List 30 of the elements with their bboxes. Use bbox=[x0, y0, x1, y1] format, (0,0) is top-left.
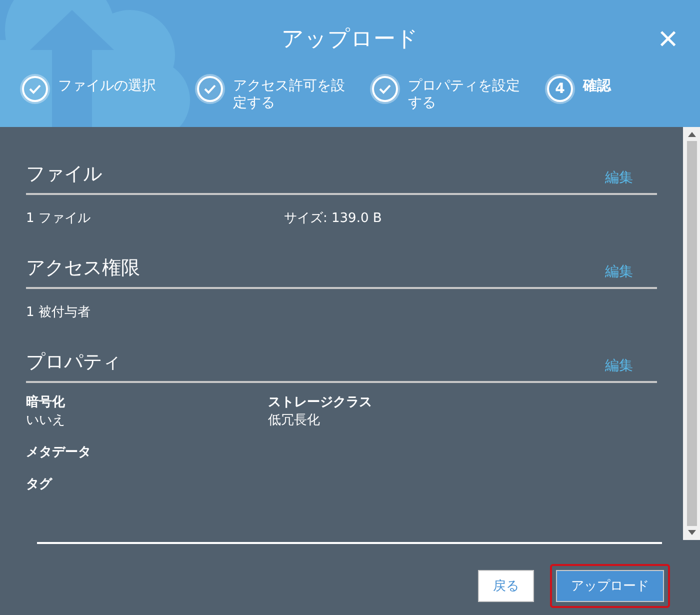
field-label: メタデータ bbox=[26, 444, 92, 461]
step-label: ファイルの選択 bbox=[58, 78, 156, 95]
step-label: 確認 bbox=[583, 78, 611, 95]
scrollbar[interactable] bbox=[683, 127, 700, 540]
field-label: ストレージクラス bbox=[268, 394, 373, 411]
edit-link[interactable]: 編集 bbox=[605, 263, 633, 281]
field-label: 暗号化 bbox=[26, 394, 66, 411]
edit-link[interactable]: 編集 bbox=[605, 357, 633, 375]
dialog-title: アップロード bbox=[282, 26, 418, 54]
check-icon bbox=[204, 84, 216, 94]
scroll-down-icon[interactable] bbox=[688, 530, 696, 536]
check-icon bbox=[379, 84, 391, 94]
step-label: アクセス許可を設定する bbox=[233, 78, 346, 112]
upload-button[interactable]: アップロード bbox=[556, 570, 664, 602]
field-label: タグ bbox=[26, 476, 54, 493]
close-button[interactable]: × bbox=[654, 22, 682, 56]
section-title: プロパティ bbox=[26, 350, 121, 375]
summary-text: 1 ファイル bbox=[26, 210, 92, 227]
step-number: 4 bbox=[547, 76, 573, 102]
scroll-up-icon[interactable] bbox=[688, 131, 696, 137]
summary-text: サイズ: 139.0 B bbox=[284, 210, 383, 227]
section-title: ファイル bbox=[26, 162, 102, 187]
section-title: アクセス権限 bbox=[26, 256, 140, 281]
check-icon bbox=[29, 84, 41, 94]
field-value: いいえ bbox=[26, 412, 66, 429]
field-value: 低冗長化 bbox=[268, 412, 321, 429]
step-label: プロパティを設定する bbox=[408, 78, 521, 112]
edit-link[interactable]: 編集 bbox=[605, 169, 633, 187]
back-button[interactable]: 戻る bbox=[478, 570, 534, 602]
summary-text: 1 被付与者 bbox=[26, 304, 92, 321]
